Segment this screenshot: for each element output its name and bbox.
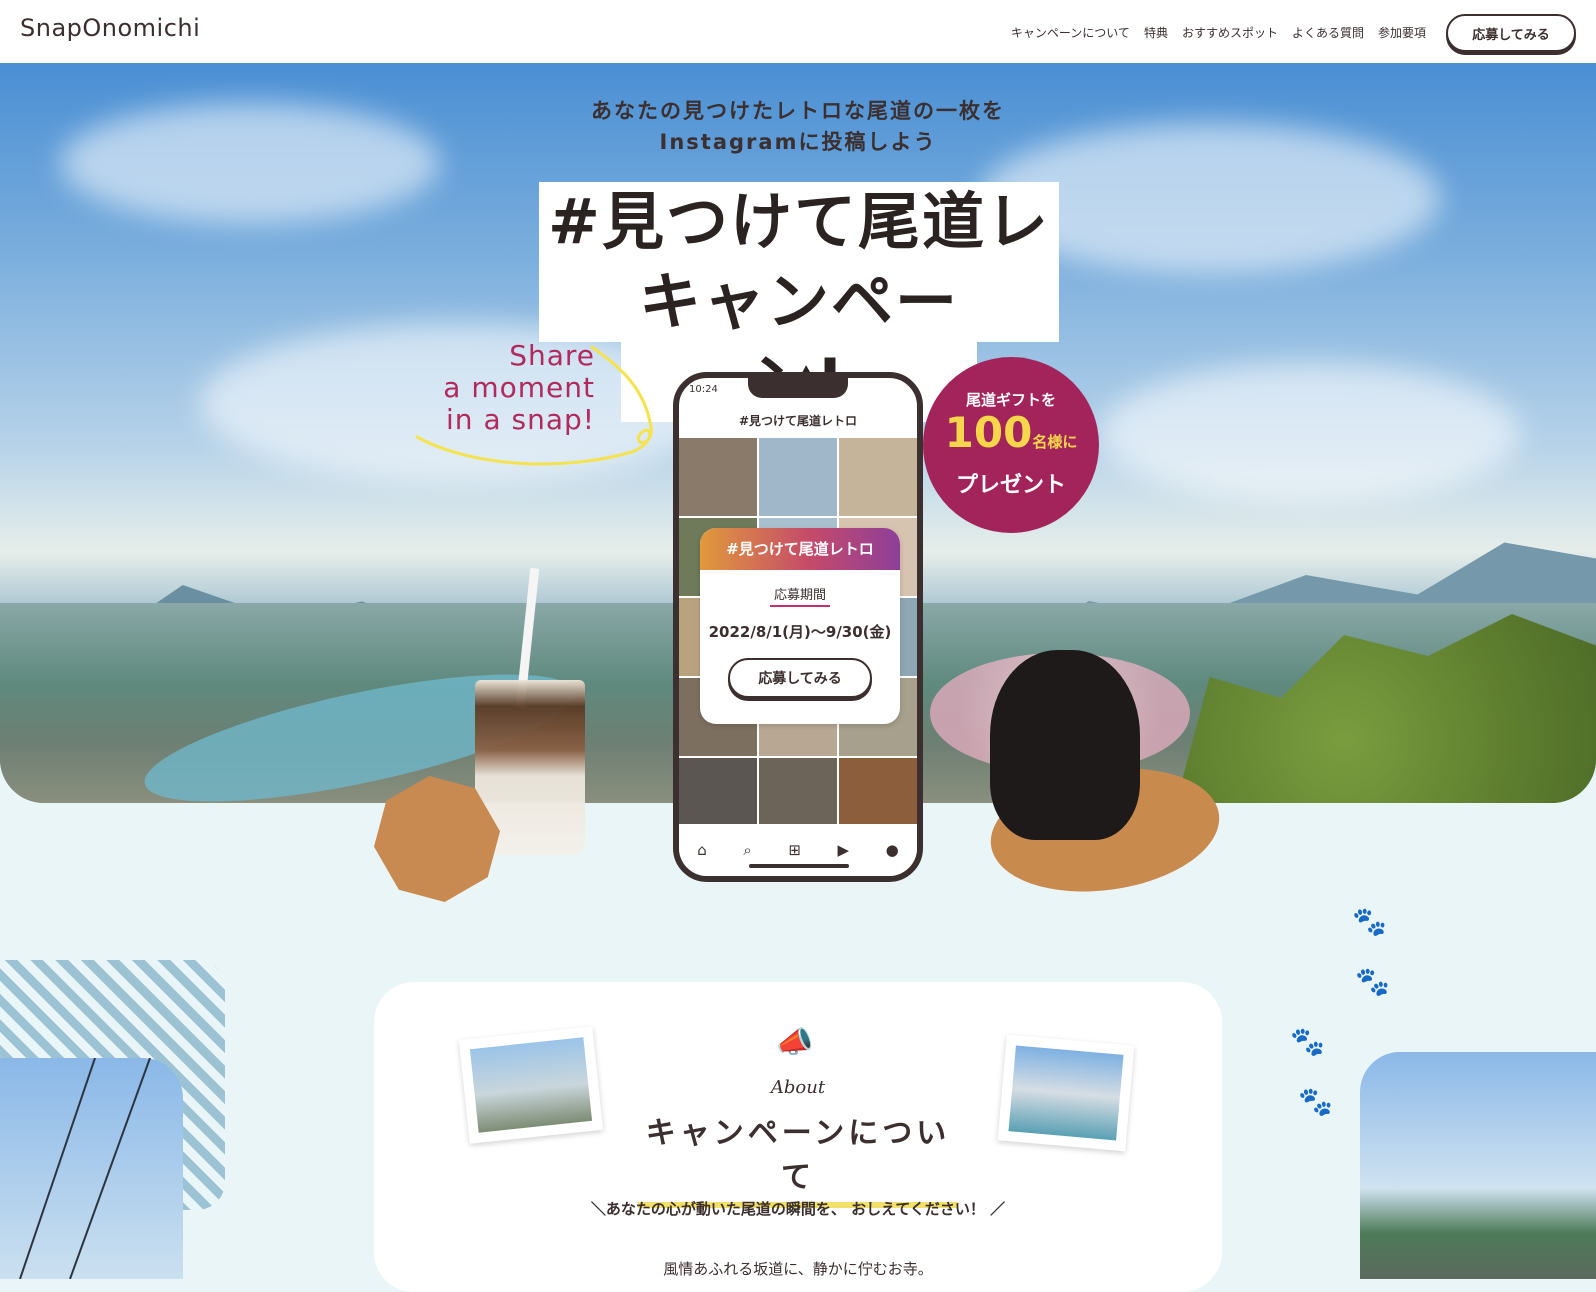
phone-tab-bar: ⌂ ⌕ ⊞ ▶ ● [679, 824, 917, 876]
hero-lead: あなたの見つけたレトロな尾道の一枚を Instagramに投稿しよう [0, 96, 1596, 158]
grid-photo[interactable] [679, 438, 757, 516]
about-title: キャンペーンについて [638, 1108, 958, 1208]
gift-line3: プレゼント [955, 473, 1066, 498]
cloud-shape [1100, 363, 1520, 503]
site-header: SnapOnomichi キャンペーンについて 特典 おすすめスポット よくある… [0, 0, 1596, 63]
add-icon[interactable]: ⊞ [788, 841, 801, 859]
nav-link-campaign[interactable]: キャンペーンについて [1011, 24, 1130, 41]
gift-badge: 尾道ギフトを 100名様に プレゼント [923, 357, 1099, 533]
card-period-dates: 2022/8/1(月)〜9/30(金) [708, 623, 892, 641]
profile-icon[interactable]: ● [886, 841, 899, 859]
header-apply-button[interactable]: 応募してみる [1446, 14, 1576, 52]
about-eyebrow: About [770, 1077, 826, 1098]
hero-lead-line2: Instagramに投稿しよう [659, 130, 937, 154]
home-indicator [749, 864, 849, 868]
gift-count: 100 [944, 408, 1033, 457]
main-nav: キャンペーンについて 特典 おすすめスポット よくある質問 参加要項 [1011, 24, 1426, 41]
search-icon[interactable]: ⌕ [743, 841, 751, 859]
paw-print-icon: 🐾 [1290, 1025, 1325, 1058]
phone-notch [748, 378, 848, 398]
nav-link-faq[interactable]: よくある質問 [1292, 24, 1364, 41]
phone-feed-title: #見つけて尾道レトロ [738, 414, 858, 428]
card-apply-button[interactable]: 応募してみる [728, 658, 872, 698]
paw-print-icon: 🐾 [1352, 905, 1387, 938]
site-logo[interactable]: SnapOnomichi [20, 14, 200, 42]
phone-time: 10:24 [689, 384, 718, 395]
about-body: 風情あふれる坂道に、静かに佇むお寺。 [663, 1260, 933, 1278]
nav-link-benefits[interactable]: 特典 [1144, 24, 1168, 41]
grid-photo[interactable] [759, 438, 837, 516]
nav-link-spots[interactable]: おすすめスポット [1182, 24, 1278, 41]
gift-line1: 尾道ギフトを [965, 391, 1056, 409]
campaign-card: #見つけて尾道レトロ 応募期間 2022/8/1(月)〜9/30(金) 応募して… [700, 528, 900, 724]
paw-print-icon: 🐾 [1355, 965, 1390, 998]
gift-count-wrap: 100名様に [923, 410, 1099, 465]
nav-link-guidelines[interactable]: 参加要項 [1378, 24, 1426, 41]
black-cat [990, 650, 1140, 840]
hero-lead-line1: あなたの見つけたレトロな尾道の一枚を [591, 99, 1005, 123]
card-period-label: 応募期間 [770, 584, 830, 607]
card-hashtag: #見つけて尾道レトロ [700, 528, 900, 570]
grid-photo[interactable] [839, 438, 917, 516]
gift-unit: 名様に [1032, 433, 1078, 451]
about-tagline: ＼あなたの心が動いた尾道の瞬間を、 おしえてください！ ／ [590, 1200, 1006, 1218]
reels-icon[interactable]: ▶ [837, 841, 849, 859]
yellow-swirl-line [415, 345, 653, 466]
home-icon[interactable]: ⌂ [697, 841, 707, 859]
megaphone-icon: 📣 [776, 1025, 814, 1060]
